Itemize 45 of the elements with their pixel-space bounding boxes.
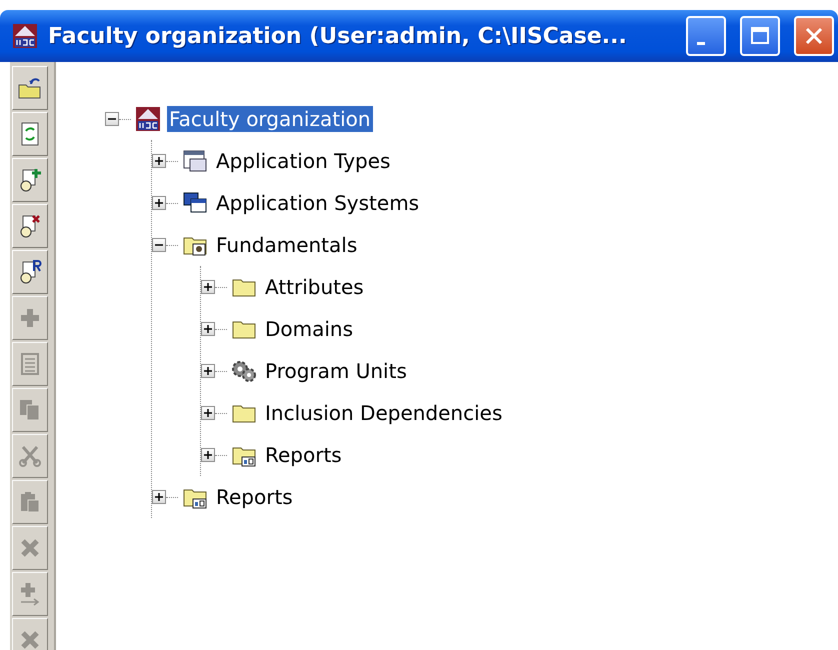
tree-item[interactable]: Attributes (263, 274, 366, 300)
plus-icon (203, 450, 213, 460)
tree-item[interactable]: Program Units (263, 358, 409, 384)
collapse-toggle[interactable] (152, 238, 166, 252)
tree-item[interactable]: Domains (263, 316, 356, 342)
minimize-button[interactable] (686, 16, 726, 56)
plus-icon (203, 366, 213, 376)
tree-item[interactable]: Reports (263, 442, 344, 468)
house-logo-icon (12, 23, 38, 49)
tree-item[interactable]: Fundamentals (214, 232, 360, 258)
toolbar-button[interactable] (12, 250, 48, 294)
close-icon (804, 26, 824, 46)
tree-item[interactable]: Faculty organization (167, 106, 373, 132)
maximize-button[interactable] (740, 16, 780, 56)
toolbar-button[interactable] (12, 66, 48, 110)
tree-item[interactable]: Application Systems (214, 190, 422, 216)
tree-item[interactable]: Application Types (214, 148, 392, 174)
expand-toggle[interactable] (201, 448, 215, 462)
expand-toggle[interactable] (201, 406, 215, 420)
close-button[interactable] (794, 16, 834, 56)
plus-icon (203, 324, 213, 334)
expand-toggle[interactable] (201, 364, 215, 378)
collapse-toggle[interactable] (105, 112, 119, 126)
toolbar-button[interactable] (12, 112, 48, 156)
window-title: Faculty organization (User:admin, C:\IISCase... (48, 24, 628, 48)
window-icon (182, 148, 208, 174)
expand-toggle[interactable] (201, 322, 215, 336)
maximize-icon (750, 26, 770, 46)
expand-toggle[interactable] (152, 196, 166, 210)
plus-icon (203, 408, 213, 418)
plus-icon (154, 198, 164, 208)
toolbar-button[interactable] (12, 204, 48, 248)
tree-item[interactable]: Reports (214, 484, 295, 510)
plus-icon (154, 156, 164, 166)
plus-icon (203, 282, 213, 292)
house-logo-icon (135, 106, 161, 132)
tree-item[interactable]: Inclusion Dependencies (263, 400, 504, 426)
expand-toggle[interactable] (152, 154, 166, 168)
minimize-icon (697, 42, 705, 44)
expand-toggle[interactable] (201, 280, 215, 294)
scissors-icon (17, 443, 43, 469)
plus-icon (154, 492, 164, 502)
gears-icon (231, 358, 257, 384)
expand-toggle[interactable] (152, 490, 166, 504)
toolbar-button[interactable] (12, 158, 48, 202)
